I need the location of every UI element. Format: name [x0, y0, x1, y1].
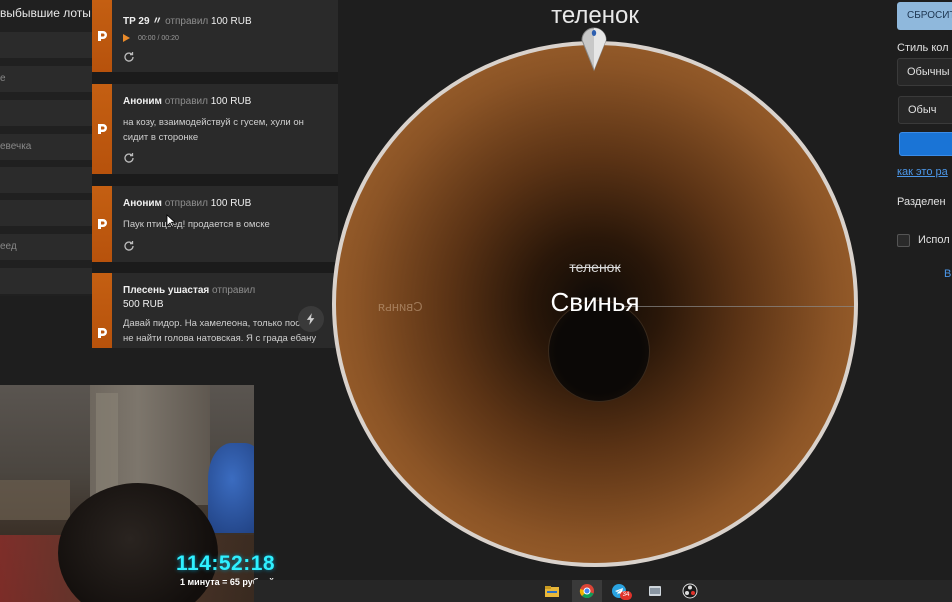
webcam-table: [0, 480, 70, 520]
donationalerts-icon: [95, 217, 109, 231]
app-window-icon[interactable]: [647, 583, 663, 599]
donationalerts-icon: [95, 326, 109, 340]
donation-amount: 100 RUB: [211, 16, 252, 27]
donor-name: TP 29 〃: [123, 16, 163, 27]
donation-message: Паук птицеед! продается в омске: [123, 219, 270, 230]
use-checkbox[interactable]: [897, 234, 910, 247]
replay-icon[interactable]: [123, 240, 135, 252]
donation-card: Аноним отправил 100 RUB Паук птицеед! пр…: [92, 186, 338, 262]
donation-verb: отправил: [212, 285, 256, 296]
donation-header: Аноним отправил 100 RUB: [123, 198, 328, 209]
webcam-blue-object: [208, 443, 254, 533]
telegram-badge: 34: [620, 591, 632, 600]
previous-winner: теленок: [569, 259, 621, 275]
wheel-area: теленок Свинья теленок Свинья: [330, 0, 860, 580]
donation-verb: отправил: [164, 198, 208, 209]
audio-player: 00:00 / 00:20: [123, 34, 328, 42]
lot-row[interactable]: [0, 32, 92, 58]
primary-action-button[interactable]: [899, 132, 952, 156]
skip-bolt-button[interactable]: [298, 306, 324, 332]
lot-row[interactable]: [0, 100, 92, 126]
donationalerts-icon: [95, 29, 109, 43]
donation-amount: 100 RUB: [210, 198, 252, 209]
obs-icon[interactable]: [682, 583, 698, 599]
donation-accent: [92, 84, 112, 174]
wheel-pointer-icon: [581, 27, 607, 72]
donation-accent: [92, 0, 112, 72]
mode-select[interactable]: Обыч: [898, 96, 952, 124]
donation-card: Аноним отправил 100 RUB на козу, взаимод…: [92, 84, 338, 174]
donation-accent: [92, 186, 112, 262]
donor-name: Плесень ушастая: [123, 285, 210, 296]
lot-row[interactable]: [0, 200, 92, 226]
donor-name: Аноним: [123, 96, 162, 107]
donation-card: TP 29 〃 отправил 100 RUB 00:00 / 00:20: [92, 0, 338, 72]
reset-button[interactable]: СБРОСИТ: [897, 2, 952, 30]
help-link[interactable]: как это ра: [897, 166, 948, 178]
lot-row[interactable]: еед: [0, 234, 92, 260]
eliminated-lots-panel: выбывшие лоты е евечка еед: [0, 0, 92, 296]
taskbar: 34: [254, 580, 952, 602]
replay-icon[interactable]: [123, 51, 135, 63]
subathon-timer: 114:52:18: [176, 552, 276, 575]
mouse-cursor-icon: [166, 214, 176, 228]
wheel-style-select[interactable]: Обычны: [897, 58, 952, 86]
wheel-settings-panel: СБРОСИТ Стиль кол Обычны Обыч как это ра…: [890, 0, 952, 602]
current-selection: Свинья: [550, 287, 640, 317]
audio-time: 00:00 / 00:20: [138, 34, 179, 42]
wheel-style-label: Стиль кол: [897, 42, 949, 54]
donation-header: TP 29 〃 отправил 100 RUB: [123, 12, 328, 27]
donationalerts-icon: [95, 122, 109, 136]
file-explorer-icon[interactable]: [544, 583, 560, 599]
lightning-icon: [306, 313, 315, 325]
donation-verb: отправил: [164, 96, 208, 107]
donor-name: Аноним: [123, 198, 162, 209]
play-icon[interactable]: [123, 34, 130, 42]
replay-icon[interactable]: [123, 152, 135, 164]
lot-row[interactable]: е: [0, 66, 92, 92]
donation-feed: TP 29 〃 отправил 100 RUB 00:00 / 00:20 А…: [92, 0, 338, 348]
donation-message: на козу, взаимодействуй с гусем, хули он…: [123, 117, 304, 143]
lot-row[interactable]: [0, 268, 92, 294]
donation-amount: 500 RUB: [123, 299, 164, 310]
donation-header: Плесень ушастая отправил: [123, 285, 298, 296]
donation-verb: отправил: [165, 16, 209, 27]
webcam-door: [96, 393, 118, 493]
lot-row[interactable]: [0, 167, 92, 193]
donation-header: Аноним отправил 100 RUB: [123, 96, 328, 107]
donation-accent: [92, 273, 112, 348]
use-checkbox-label: Испол: [918, 234, 950, 246]
lot-row[interactable]: евечка: [0, 134, 92, 160]
donation-amount: 100 RUB: [210, 96, 252, 107]
split-label: Разделен: [897, 196, 946, 208]
settings-link[interactable]: В: [944, 268, 951, 280]
chrome-icon[interactable]: [579, 583, 595, 599]
eliminated-lots-title: выбывшие лоты: [0, 6, 91, 20]
donation-card: Плесень ушастая отправил 500 RUB Давай п…: [92, 273, 338, 348]
